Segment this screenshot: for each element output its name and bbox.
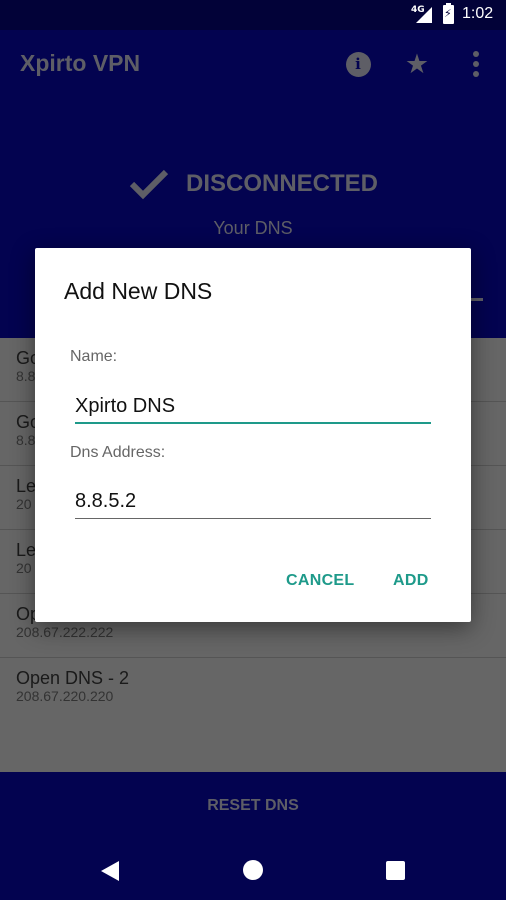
cancel-button[interactable]: CANCEL xyxy=(286,572,354,590)
dns-list-item[interactable]: Open DNS - 2 208.67.220.220 xyxy=(0,658,506,722)
home-icon[interactable] xyxy=(243,860,263,880)
add-button[interactable]: ADD xyxy=(393,572,429,590)
check-icon xyxy=(129,169,169,200)
status-bar: 4G ⚡ 1:02 xyxy=(0,0,506,30)
app-title: Xpirto VPN xyxy=(20,50,141,76)
recents-icon[interactable] xyxy=(386,861,405,880)
signal-icon xyxy=(416,7,432,23)
dns-address-label: Dns Address: xyxy=(70,444,166,461)
dns-ip: 208.67.222.222 xyxy=(16,624,114,640)
star-icon[interactable]: ★ xyxy=(403,49,431,80)
dns-name: Open DNS - 2 xyxy=(16,668,130,688)
your-dns-label: Your DNS xyxy=(213,218,293,238)
more-vert-icon[interactable] xyxy=(462,50,490,78)
navigation-bar xyxy=(0,840,506,900)
name-input[interactable] xyxy=(75,390,431,424)
back-icon[interactable] xyxy=(101,861,119,881)
dns-ip: 208.67.220.220 xyxy=(16,688,114,704)
app-bar: Xpirto VPN i ★ xyxy=(0,30,506,98)
name-label: Name: xyxy=(70,348,118,365)
reset-bar: RESET DNS xyxy=(0,772,506,840)
clock: 1:02 xyxy=(462,5,494,22)
connection-status: DISCONNECTED xyxy=(0,168,506,200)
info-icon[interactable]: i xyxy=(344,50,372,78)
dialog-title: Add New DNS xyxy=(64,278,213,304)
reset-dns-button[interactable]: RESET DNS xyxy=(207,797,299,815)
dns-address-input[interactable] xyxy=(75,485,431,519)
status-text: DISCONNECTED xyxy=(185,170,378,197)
add-dns-dialog: Add New DNS Name: Dns Address: CANCEL AD… xyxy=(35,248,471,622)
battery-charging-icon: ⚡ xyxy=(443,3,454,24)
